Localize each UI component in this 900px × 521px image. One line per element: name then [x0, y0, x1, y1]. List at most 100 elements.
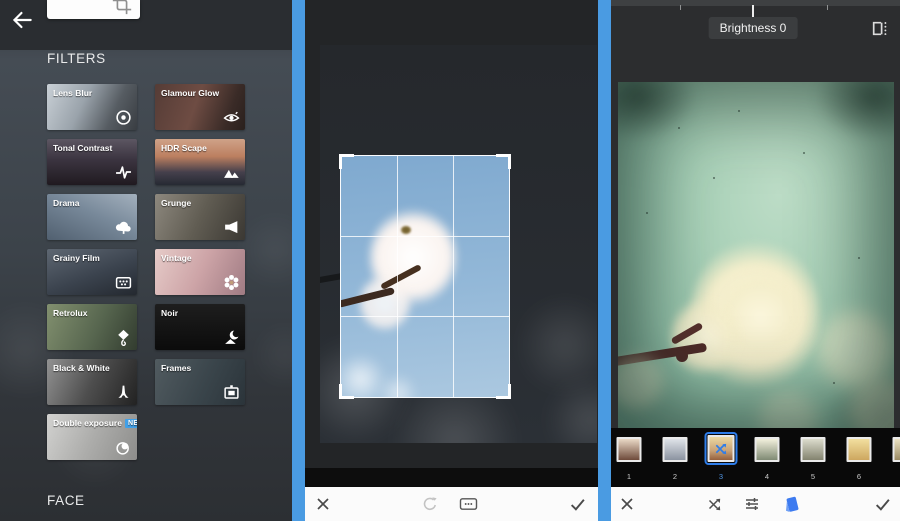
filter-label: Frames [161, 363, 191, 373]
check-icon [874, 496, 891, 513]
filter-label: Grainy Film [53, 253, 100, 263]
filter-thumb-5[interactable] [801, 437, 826, 462]
filter-tile-glamour-glow[interactable]: Glamour Glow [155, 84, 245, 130]
filter-label: Retrolux [53, 308, 87, 318]
thumb-number: 6 [857, 472, 861, 481]
lens-blur-icon [115, 109, 132, 126]
thumb-number-selected: 3 [719, 472, 723, 481]
filter-tile-grunge[interactable]: Grunge [155, 194, 245, 240]
back-button[interactable] [9, 7, 35, 33]
pulse-icon [115, 164, 132, 181]
crop-handle-top-right[interactable] [496, 154, 511, 169]
brightness-value-label: Brightness 0 [709, 17, 798, 39]
moon-icon [223, 329, 240, 346]
before-after-compare-icon [870, 20, 889, 37]
filter-tile-black-white[interactable]: Black & White [47, 359, 137, 405]
grid-line [453, 156, 454, 397]
check-icon [569, 496, 586, 513]
ruler-tick [680, 5, 681, 10]
cancel-button[interactable] [312, 493, 334, 515]
shuffle-icon [714, 441, 729, 456]
rotate-icon [422, 496, 438, 512]
filter-thumb-4[interactable] [755, 437, 780, 462]
bokeh-blob [250, 320, 292, 390]
crop-box[interactable] [340, 155, 510, 398]
filter-thumb-6[interactable] [847, 437, 872, 462]
shuffle-button[interactable] [704, 493, 726, 515]
filter-tile-grainy-film[interactable]: Grainy Film [47, 249, 137, 295]
confirm-button[interactable] [871, 493, 893, 515]
filters-heading: FILTERS [47, 51, 106, 66]
filter-label: Double exposureNEW [53, 418, 137, 428]
crop-handle-bottom-left[interactable] [339, 384, 354, 399]
film-frame-icon [115, 274, 132, 291]
filter-tile-double-exposure[interactable]: Double exposureNEW [47, 414, 137, 460]
grid-line [397, 156, 398, 397]
filter-label-text: Double exposure [53, 418, 122, 428]
mountains-icon [223, 164, 240, 181]
aspect-ratio-button[interactable] [457, 493, 479, 515]
filter-thumb-1[interactable] [617, 437, 642, 462]
flower-icon [223, 274, 240, 291]
cancel-button[interactable] [616, 493, 638, 515]
ruler-tick [827, 5, 828, 10]
filter-thumb-3-selected[interactable] [708, 435, 735, 462]
vintage-toolbar [611, 487, 900, 521]
grid-line [341, 316, 509, 317]
crop-handle-bottom-right[interactable] [496, 384, 511, 399]
filter-label: Glamour Glow [161, 88, 219, 98]
picture-frame-icon [223, 384, 240, 401]
ruler-tick-center [752, 5, 754, 17]
filter-label: Vintage [161, 253, 192, 263]
shuffle-icon [707, 496, 723, 512]
tune-button[interactable] [741, 493, 763, 515]
thumb-number: 5 [811, 472, 815, 481]
filter-strip: 1 2 3 4 5 6 [611, 428, 900, 487]
face-heading: FACE [47, 493, 85, 508]
bee [401, 226, 411, 234]
tool-popup-fragment[interactable] [47, 0, 140, 19]
filter-tile-retrolux[interactable]: Retrolux [47, 304, 137, 350]
thumb-number: 1 [627, 472, 631, 481]
back-arrow-icon [9, 7, 35, 33]
filter-label: HDR Scape [161, 143, 207, 153]
crop-toolbar [305, 487, 598, 521]
compare-button[interactable] [870, 20, 890, 38]
filter-tile-vintage[interactable]: Vintage [155, 249, 245, 295]
app-screen: FILTERS Lens Blur Glamour Glow Tonal Con… [0, 0, 900, 521]
filter-tile-lens-blur[interactable]: Lens Blur [47, 84, 137, 130]
crop-handle-top-left[interactable] [339, 154, 354, 169]
confirm-button[interactable] [566, 493, 588, 515]
new-badge: NEW [125, 419, 137, 428]
filter-tile-frames[interactable]: Frames [155, 359, 245, 405]
filter-tile-tonal-contrast[interactable]: Tonal Contrast [47, 139, 137, 185]
filter-thumb-2[interactable] [663, 437, 688, 462]
crop-photo [341, 156, 509, 397]
vintage-panel: Brightness 0 [611, 0, 900, 521]
style-button-active[interactable] [780, 493, 802, 515]
filters-panel: FILTERS Lens Blur Glamour Glow Tonal Con… [0, 0, 292, 521]
filter-tile-hdr-scape[interactable]: HDR Scape [155, 139, 245, 185]
eye-icon [223, 109, 240, 126]
filter-tile-drama[interactable]: Drama [47, 194, 137, 240]
style-icon [782, 495, 801, 514]
rotate-button[interactable] [419, 493, 441, 515]
close-icon [619, 496, 635, 512]
kite-icon [115, 329, 132, 346]
crop-panel [305, 0, 598, 521]
aspect-ratio-icon [459, 496, 478, 512]
filter-label: Black & White [53, 363, 110, 373]
crop-icon [111, 0, 133, 16]
thumb-number: 2 [673, 472, 677, 481]
filter-thumb-7[interactable] [893, 437, 900, 462]
filter-label: Lens Blur [53, 88, 92, 98]
speaker-icon [223, 219, 240, 236]
top-bar [0, 0, 292, 50]
filter-label: Drama [53, 198, 79, 208]
panel-divider [598, 0, 611, 521]
filtered-photo[interactable] [618, 82, 894, 428]
bottom-strip [305, 468, 598, 487]
close-icon [315, 496, 331, 512]
thumb-number: 4 [765, 472, 769, 481]
filter-tile-noir[interactable]: Noir [155, 304, 245, 350]
